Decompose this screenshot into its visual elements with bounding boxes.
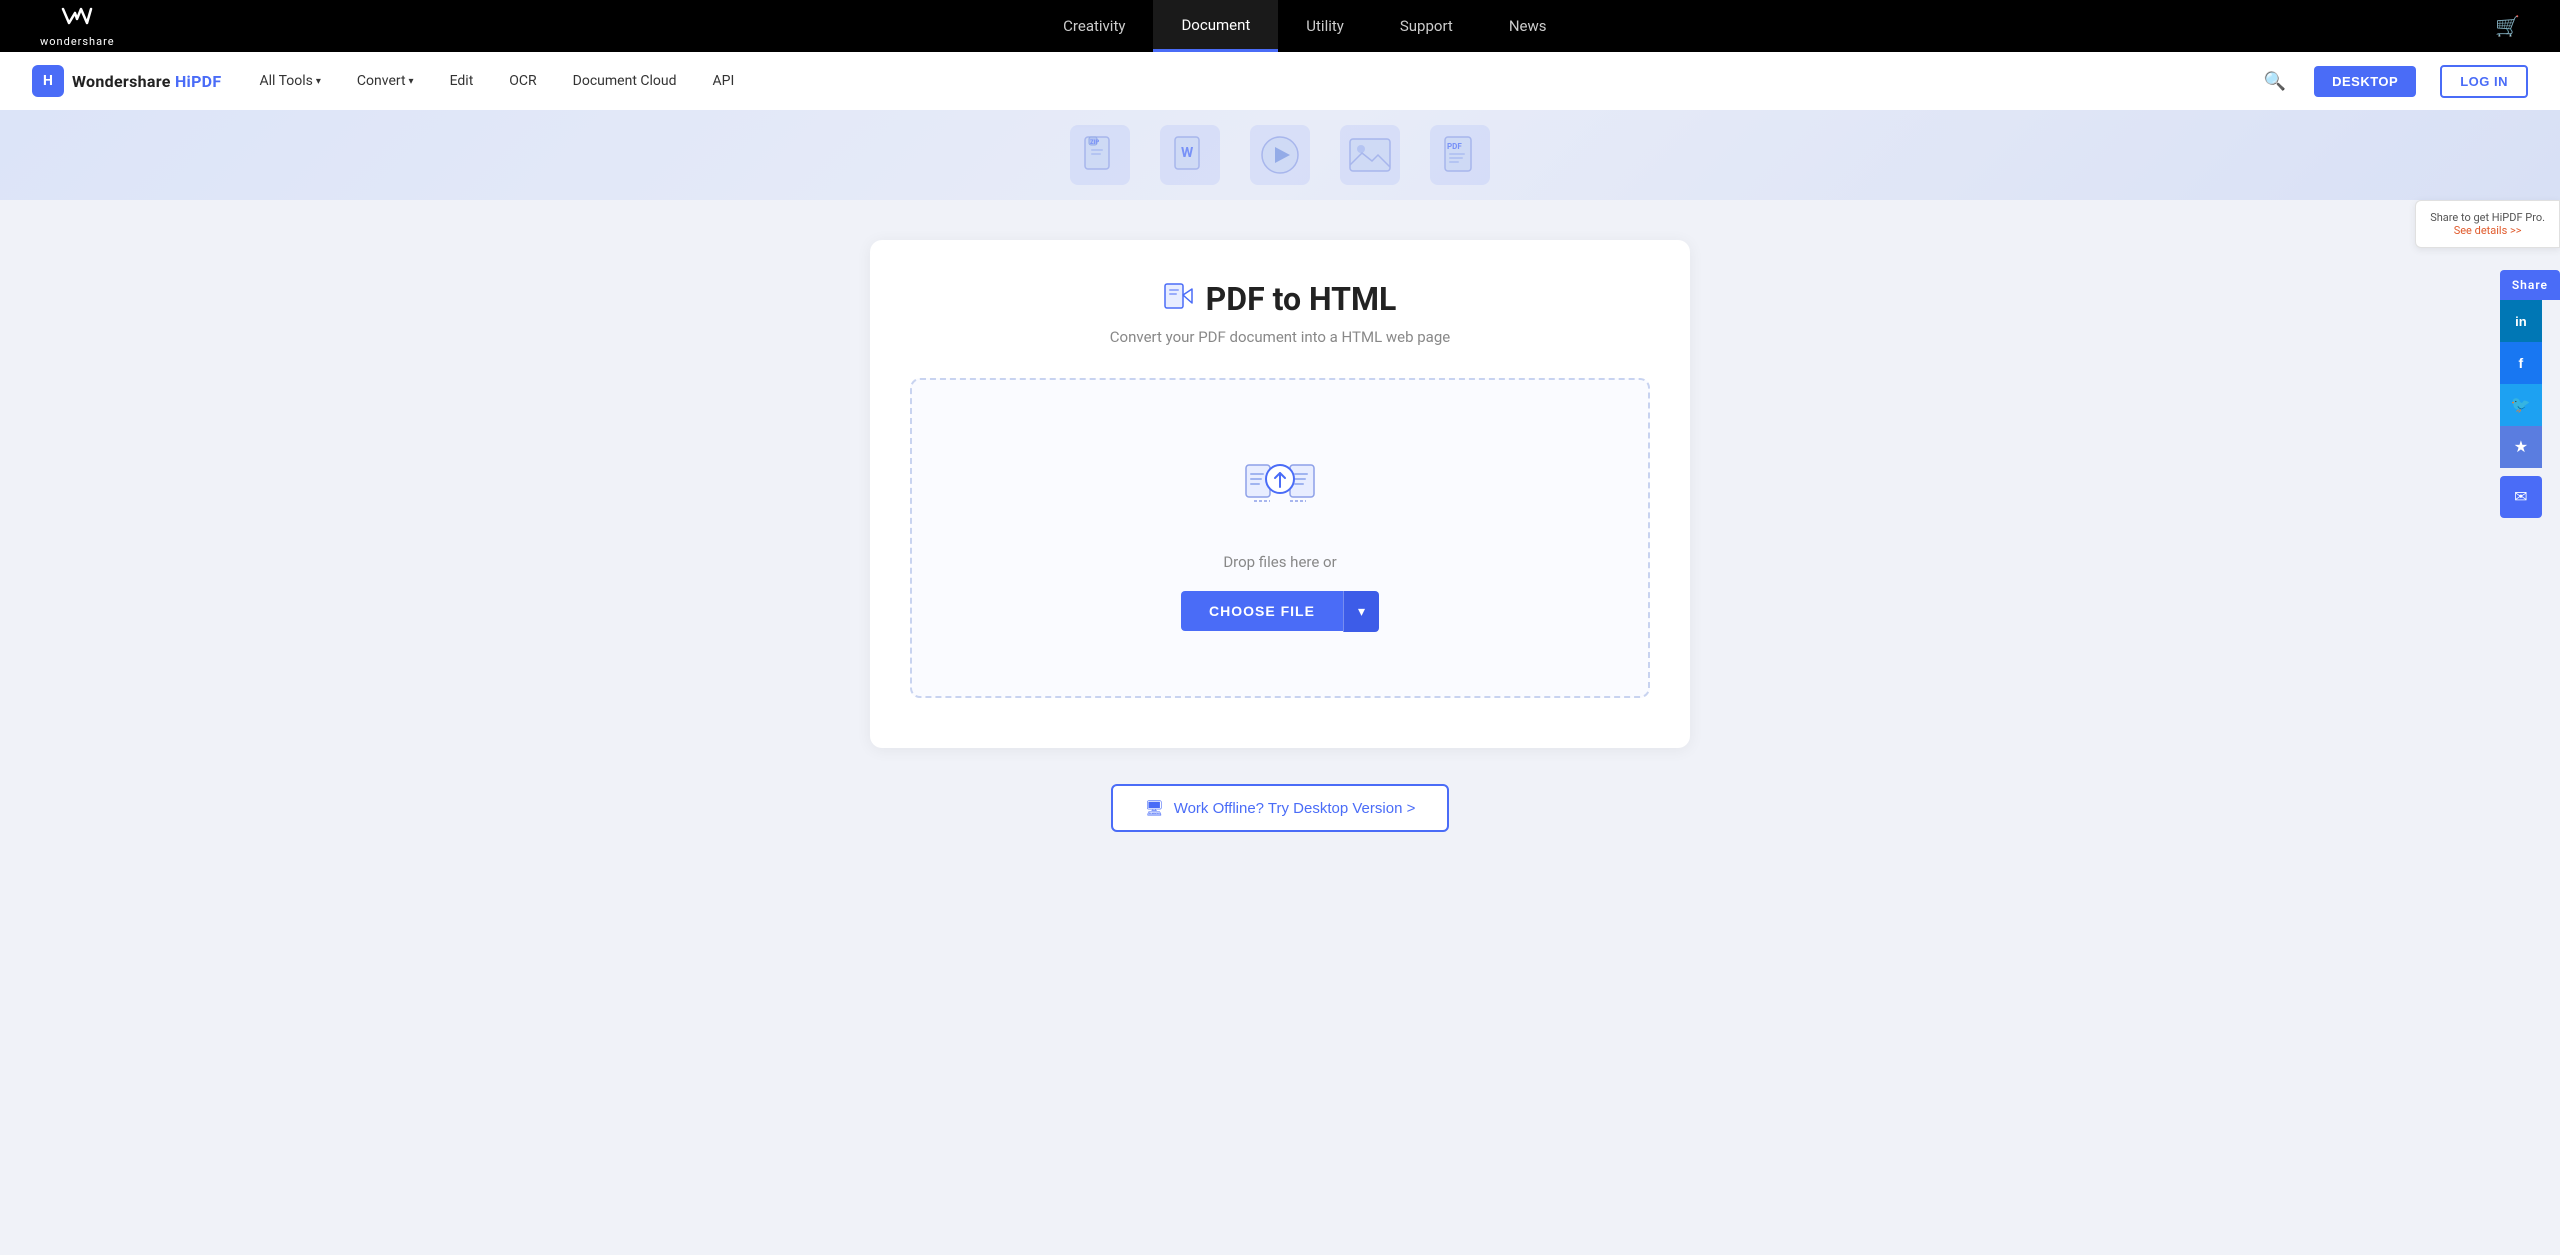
- hero-banner: ZIP W P: [0, 110, 2560, 200]
- brand-logo[interactable]: H Wondershare HiPDF: [32, 65, 221, 97]
- nav-link-utility[interactable]: Utility: [1278, 0, 1372, 52]
- search-icon: 🔍: [2264, 71, 2286, 91]
- desktop-version-button[interactable]: 🖥 Work Offline? Try Desktop Version >: [1111, 784, 1450, 832]
- upload-icon: [1240, 445, 1320, 529]
- illus-image: [1340, 125, 1400, 185]
- sec-nav-document-cloud[interactable]: Document Cloud: [567, 69, 683, 93]
- tool-title: PDF to HTML: [910, 280, 1650, 318]
- sec-nav-all-tools[interactable]: All Tools ▾: [253, 69, 326, 93]
- nav-link-news[interactable]: News: [1481, 0, 1575, 52]
- svg-text:W: W: [1181, 145, 1194, 161]
- choose-file-wrapper: CHOOSE FILE ▾: [1181, 591, 1379, 632]
- nav-link-document[interactable]: Document: [1153, 0, 1278, 52]
- twitter-icon: 🐦: [2511, 395, 2531, 415]
- top-nav-right: 🛒: [2495, 14, 2520, 38]
- cart-icon[interactable]: 🛒: [2495, 14, 2520, 38]
- share-promo-link[interactable]: See details >>: [2454, 224, 2522, 237]
- hipdf-brand-text: Wondershare HiPDF: [72, 72, 221, 91]
- top-nav-logo: wondershare: [40, 5, 115, 48]
- search-button[interactable]: 🔍: [2260, 67, 2290, 96]
- monitor-icon: 🖥: [1145, 799, 1164, 817]
- top-nav: wondershare Creativity Document Utility …: [0, 0, 2560, 52]
- drop-zone-text: Drop files here or: [1223, 553, 1336, 571]
- hipdf-logo-icon: H: [32, 65, 64, 97]
- share-facebook-button[interactable]: f: [2500, 342, 2542, 384]
- login-button[interactable]: LOG IN: [2440, 65, 2528, 98]
- chevron-down-icon: ▾: [316, 76, 321, 87]
- illus-pdf: PDF: [1430, 125, 1490, 185]
- secondary-nav: H Wondershare HiPDF All Tools ▾ Convert …: [0, 52, 2560, 110]
- svg-text:ZIP: ZIP: [1090, 139, 1099, 146]
- illus-zip: ZIP: [1070, 125, 1130, 185]
- hero-illustrations: ZIP W P: [1070, 125, 1490, 185]
- nav-link-support[interactable]: Support: [1372, 0, 1481, 52]
- tool-card: PDF to HTML Convert your PDF document in…: [870, 240, 1690, 748]
- choose-file-dropdown-button[interactable]: ▾: [1343, 591, 1379, 632]
- share-email-button[interactable]: ✉: [2500, 476, 2542, 518]
- star-icon: ★: [2514, 437, 2528, 457]
- sec-nav-ocr[interactable]: OCR: [503, 69, 542, 93]
- share-twitter-button[interactable]: 🐦: [2500, 384, 2542, 426]
- facebook-icon: f: [2519, 355, 2524, 371]
- wondershare-logo-icon: [61, 5, 93, 35]
- share-linkedin-button[interactable]: in: [2500, 300, 2542, 342]
- tool-header: PDF to HTML Convert your PDF document in…: [910, 280, 1650, 346]
- desktop-button[interactable]: DESKTOP: [2314, 66, 2416, 97]
- main-content: PDF to HTML Convert your PDF document in…: [850, 200, 1710, 892]
- pdf-html-icon: [1164, 281, 1194, 318]
- illus-word: W: [1160, 125, 1220, 185]
- chevron-down-icon: ▾: [1358, 603, 1365, 619]
- sec-nav-convert[interactable]: Convert ▾: [351, 69, 420, 93]
- linkedin-icon: in: [2515, 314, 2527, 329]
- share-promo: Share to get HiPDF Pro. See details >>: [2415, 200, 2560, 248]
- wondershare-logo-text: wondershare: [40, 35, 115, 48]
- illus-play: [1250, 125, 1310, 185]
- choose-file-button[interactable]: CHOOSE FILE: [1181, 591, 1343, 631]
- share-bookmark-button[interactable]: ★: [2500, 426, 2542, 468]
- share-panel: Share in f 🐦 ★ ✉: [2500, 270, 2560, 518]
- chevron-down-icon: ▾: [409, 76, 414, 87]
- tool-subtitle: Convert your PDF document into a HTML we…: [910, 328, 1650, 346]
- nav-link-creativity[interactable]: Creativity: [1035, 0, 1153, 52]
- offline-btn-wrapper: 🖥 Work Offline? Try Desktop Version >: [870, 784, 1690, 832]
- svg-text:PDF: PDF: [1447, 142, 1462, 151]
- email-icon: ✉: [2514, 487, 2527, 507]
- sec-nav-edit[interactable]: Edit: [444, 69, 480, 93]
- top-nav-links: Creativity Document Utility Support News: [1035, 0, 1574, 52]
- sec-nav-api[interactable]: API: [707, 69, 741, 93]
- drop-zone[interactable]: Drop files here or CHOOSE FILE ▾: [910, 378, 1650, 698]
- share-label: Share: [2500, 270, 2560, 300]
